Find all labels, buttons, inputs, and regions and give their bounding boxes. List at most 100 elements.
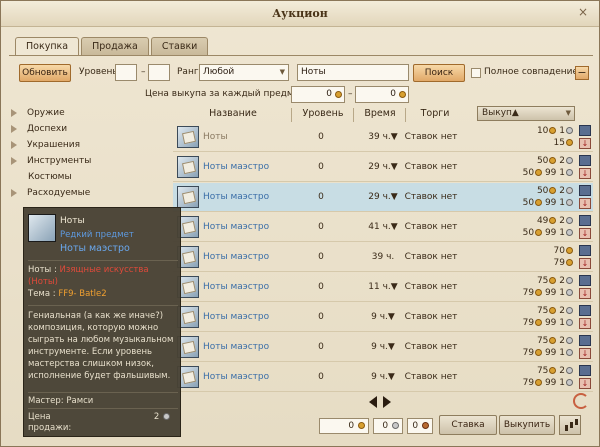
refresh-icon[interactable] — [573, 393, 589, 409]
buyout-to-input[interactable]: 0 — [355, 86, 409, 103]
bid-gold-value: 0 — [348, 421, 355, 431]
bid-action-icon[interactable] — [579, 125, 591, 136]
buyout-from-input[interactable]: 0 — [291, 86, 345, 103]
search-input[interactable]: Ноты — [297, 64, 409, 81]
buyout-action-icon[interactable]: ↓ — [579, 318, 591, 329]
table-row[interactable]: Ноты маэстро 0 39 ч. Ставок нет 70 79 ↓ — [173, 243, 593, 272]
column-name[interactable]: Название — [183, 105, 283, 123]
item-tooltip: Ноты Редкий предмет Ноты маэстро Ноты : … — [23, 207, 181, 437]
silver-coin-icon — [566, 367, 573, 374]
gold-coin-icon — [549, 187, 557, 194]
search-button[interactable]: Поиск — [413, 64, 465, 82]
buyout-price-silver: 99 1 — [544, 228, 565, 238]
prev-page-icon[interactable] — [369, 396, 377, 408]
category-value: Изящные искусства — [59, 265, 149, 275]
tooltip-category: Ноты : Изящные искусства (Ноты) Тема : F… — [28, 264, 149, 300]
bid-price: 50 — [536, 186, 549, 196]
bid-copper-input[interactable]: 0 — [407, 418, 433, 434]
item-price: 70 79 — [473, 245, 573, 269]
collapse-button[interactable]: − — [575, 66, 589, 80]
rank-dropdown[interactable]: Любой ▼ — [199, 64, 289, 81]
bid-action-icon[interactable] — [579, 245, 591, 256]
silver-coin-icon — [566, 217, 573, 224]
item-bids: Ставок нет — [404, 312, 458, 322]
table-row[interactable]: Ноты маэстро 0 29 ч.▼ Ставок нет 50 2 50 99 1… — [173, 153, 593, 182]
buyout-price-silver: 99 1 — [544, 198, 565, 208]
column-level[interactable]: Уровень — [293, 105, 353, 123]
bid-gold-input[interactable]: 0 — [319, 418, 369, 434]
bid-price-silver: 2 — [559, 336, 565, 346]
table-row[interactable]: Ноты маэстро 0 9 ч.▼ Ставок нет 75 2 79 99 1 ↓ — [173, 363, 593, 392]
refresh-button[interactable]: Обновить — [19, 64, 71, 82]
table-row[interactable]: Ноты маэстро 0 9 ч.▼ Ставок нет 75 2 79 99 1 ↓ — [173, 333, 593, 362]
bid-silver-value: 0 — [382, 421, 389, 431]
price-chart-icon[interactable] — [559, 415, 581, 435]
bid-price-silver: 2 — [559, 366, 565, 376]
column-time[interactable]: Время — [355, 105, 405, 123]
table-row[interactable]: Ноты маэстро 0 9 ч.▼ Ставок нет 75 2 79 99 1 ↓ — [173, 303, 593, 332]
gold-coin-icon — [549, 277, 557, 284]
gold-coin-icon — [549, 367, 557, 374]
buyout-price-silver: 99 1 — [544, 168, 565, 178]
tab-divider — [9, 55, 593, 56]
buyout-action-icon[interactable]: ↓ — [579, 198, 591, 209]
next-page-icon[interactable] — [383, 396, 391, 408]
item-level: 0 — [318, 342, 324, 352]
buyout-button[interactable]: Выкупить — [499, 415, 555, 435]
tab-buy[interactable]: Покупка — [15, 37, 80, 56]
buyout-action-icon[interactable]: ↓ — [579, 348, 591, 359]
item-level: 0 — [318, 312, 324, 322]
table-row[interactable]: Ноты маэстро 0 41 ч.▼ Ставок нет 49 2 50 99 1… — [173, 213, 593, 242]
table-header: Название Уровень Время Торги Выкуп▲ ▼ — [173, 105, 593, 123]
sidebar-item-costumes[interactable]: Костюмы — [11, 169, 72, 185]
bid-action-icon[interactable] — [579, 305, 591, 316]
close-icon[interactable]: × — [575, 5, 591, 21]
sidebar-item-tools[interactable]: Инструменты — [11, 153, 91, 169]
sidebar-item-armor[interactable]: Доспехи — [11, 121, 67, 137]
level-to-input[interactable] — [148, 64, 170, 81]
buyout-price: 15 — [553, 138, 565, 148]
bid-action-icon[interactable] — [579, 365, 591, 376]
buyout-action-icon[interactable]: ↓ — [579, 258, 591, 269]
chevron-down-icon: ▼ — [565, 109, 571, 117]
buyout-action-icon[interactable]: ↓ — [579, 228, 591, 239]
table-row[interactable]: Ноты маэстро 0 11 ч.▼ Ставок нет 75 2 79 99 1… — [173, 273, 593, 302]
sheet-music-icon — [177, 126, 199, 148]
sidebar-item-weapons[interactable]: Оружие — [11, 105, 65, 121]
bid-action-icon[interactable] — [579, 215, 591, 226]
sidebar-item-label: Инструменты — [27, 156, 92, 166]
expand-arrow-icon — [11, 188, 17, 197]
item-bids: Ставок нет — [404, 222, 458, 232]
item-name: Ноты маэстро — [203, 192, 270, 202]
gold-coin-icon — [549, 217, 557, 224]
tooltip-title: Ноты — [60, 216, 85, 226]
buyout-action-icon[interactable]: ↓ — [579, 288, 591, 299]
bid-action-icon[interactable] — [579, 335, 591, 346]
table-row[interactable]: Ноты маэстро 0 29 ч.▼ Ставок нет 50 2 50 99 1… — [173, 183, 593, 212]
bid-button[interactable]: Ставка — [439, 415, 497, 435]
sort-dropdown[interactable]: Выкуп▲ ▼ — [477, 106, 575, 121]
bid-price-silver: 1 — [559, 126, 565, 136]
buyout-action-icon[interactable]: ↓ — [579, 168, 591, 179]
tab-sell[interactable]: Продажа — [81, 37, 149, 55]
bid-action-icon[interactable] — [579, 155, 591, 166]
exact-match-checkbox[interactable] — [471, 68, 481, 78]
bid-price: 10 — [536, 126, 549, 136]
buyout-price: 79 — [522, 348, 535, 358]
title-bar[interactable]: Аукцион — [1, 1, 599, 27]
bid-copper-value: 0 — [412, 421, 419, 431]
column-bids[interactable]: Торги — [407, 105, 463, 123]
tab-bids[interactable]: Ставки — [150, 37, 209, 55]
sidebar-item-jewelry[interactable]: Украшения — [11, 137, 80, 153]
bid-price: 75 — [536, 276, 549, 286]
table-row[interactable]: Ноты 0 39 ч.▼ Ставок нет 10 1 15 ↓ — [173, 123, 593, 152]
level-from-input[interactable] — [115, 64, 137, 81]
bid-action-icon[interactable] — [579, 185, 591, 196]
bid-action-icon[interactable] — [579, 275, 591, 286]
gold-coin-icon — [535, 169, 543, 176]
sidebar-item-consumables[interactable]: Расходуемые — [11, 185, 90, 201]
buyout-action-icon[interactable]: ↓ — [579, 378, 591, 389]
buyout-action-icon[interactable]: ↓ — [579, 138, 591, 149]
gold-coin-icon — [566, 139, 573, 146]
bid-silver-input[interactable]: 0 — [373, 418, 403, 434]
